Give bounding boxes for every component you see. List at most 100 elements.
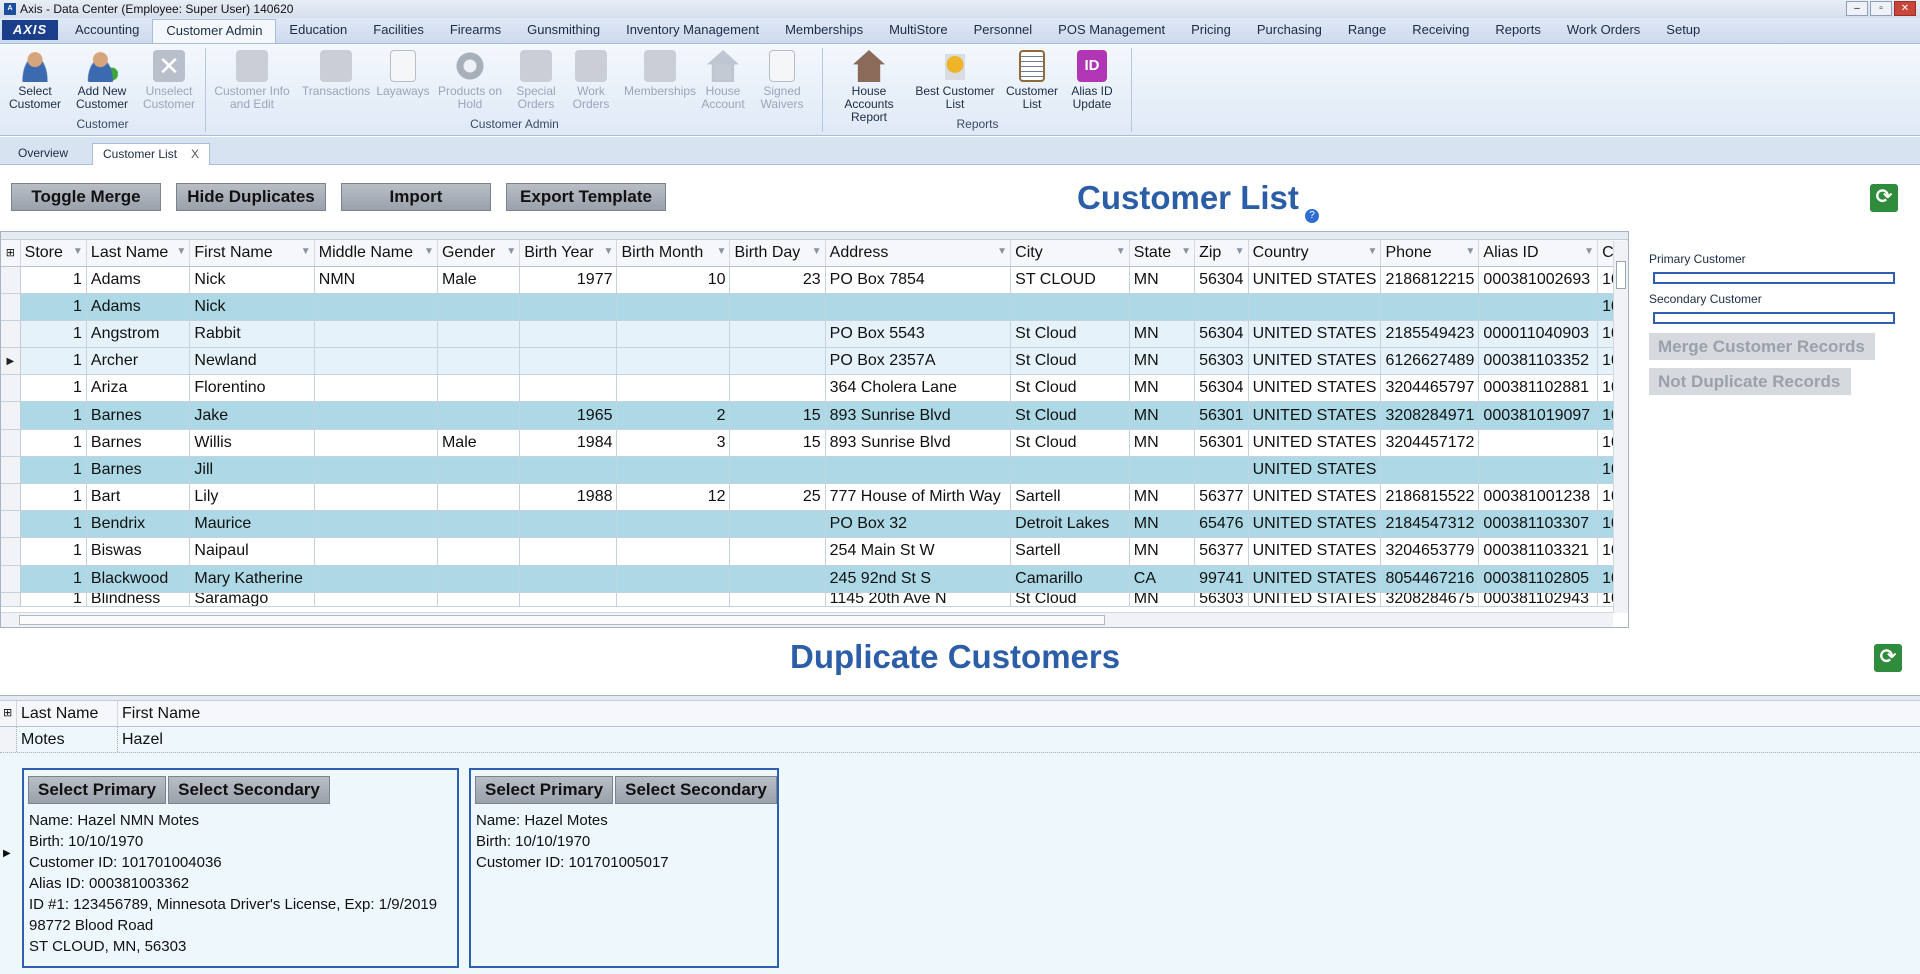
cell-gender[interactable] — [437, 374, 521, 403]
menu-reports[interactable]: Reports — [1482, 19, 1554, 43]
add-new-customer-button[interactable]: Add New Customer — [70, 48, 134, 116]
minimize-button[interactable]: – — [1846, 1, 1868, 16]
column-header-store[interactable]: Store ▼ — [20, 240, 87, 267]
cell-last-name[interactable]: Adams — [86, 293, 191, 321]
cell-phone[interactable]: 8054467216 — [1380, 565, 1480, 593]
cell-last-name[interactable]: Barnes — [86, 401, 191, 430]
maximize-button[interactable]: ▫ — [1870, 1, 1892, 16]
column-header-last-name[interactable]: Last Name — [17, 701, 118, 726]
cell-alias-id[interactable]: 000381103321 — [1478, 537, 1599, 566]
customer-row[interactable]: 1 Bendrix Maurice PO Box 32 Detroit Lakes MN 6… — [1, 510, 1628, 539]
cell-city[interactable]: St Cloud — [1010, 347, 1130, 376]
signed-waivers-button[interactable]: Signed Waivers — [756, 48, 808, 116]
customer-row[interactable]: 1 Barnes Jill UNITED STATES 10 — [1, 456, 1628, 485]
axis-menu-button[interactable]: AXIS — [2, 20, 58, 40]
cell-country[interactable]: UNITED STATES — [1248, 266, 1382, 294]
filter-icon[interactable]: ▼ — [176, 247, 186, 257]
cell-gender[interactable] — [437, 347, 521, 376]
special-orders-button[interactable]: Special Orders — [505, 48, 567, 116]
cell-phone[interactable] — [1380, 456, 1480, 485]
cell-first-name[interactable]: Jake — [189, 401, 315, 430]
cell-last-name[interactable]: Bendrix — [86, 510, 191, 539]
cell-city[interactable]: Sartell — [1010, 483, 1130, 512]
cell-city[interactable] — [1010, 456, 1130, 485]
cell-address[interactable]: 364 Cholera Lane — [825, 374, 1012, 403]
cell-gender[interactable] — [437, 483, 521, 512]
filter-icon[interactable]: ▼ — [997, 247, 1007, 257]
cell-birth-year[interactable]: 1965 — [519, 401, 618, 430]
cell-country[interactable]: UNITED STATES — [1248, 565, 1382, 593]
cell-middle-name[interactable] — [314, 537, 438, 566]
cell-state[interactable]: MN — [1129, 320, 1196, 349]
toggle-merge-button[interactable]: Toggle Merge — [11, 183, 161, 211]
grid-options-icon[interactable]: ⊞ — [1, 240, 21, 267]
horizontal-scrollbar[interactable] — [1, 612, 1613, 627]
cell-state[interactable]: MN — [1129, 510, 1196, 539]
cell-city[interactable] — [1010, 293, 1130, 321]
customer-row[interactable]: 1 Blindness Saramago 1145 20th Ave N St Clou… — [1, 592, 1628, 607]
refresh-customer-list-button[interactable]: ⟳ — [1870, 184, 1898, 212]
cell-zip[interactable]: 56301 — [1194, 429, 1249, 457]
cell-gender[interactable]: Male — [437, 429, 521, 457]
menu-pricing[interactable]: Pricing — [1178, 19, 1244, 43]
cell-last-name[interactable]: Archer — [86, 347, 191, 376]
cell-store[interactable]: 1 — [20, 565, 87, 593]
cell-birth-month[interactable]: 10 — [616, 266, 731, 294]
cell-zip[interactable]: 56377 — [1194, 483, 1249, 512]
cell-phone[interactable]: 3204653779 — [1380, 537, 1480, 566]
cell-gender[interactable] — [437, 592, 521, 607]
menu-inventory-management[interactable]: Inventory Management — [613, 19, 772, 43]
customer-row[interactable]: 1 Bart Lily 1988 12 25 777 House of Mirth Way S… — [1, 483, 1628, 512]
cell-birth-year[interactable]: 1988 — [519, 483, 618, 512]
cell-gender[interactable]: Male — [437, 266, 521, 294]
cell-birth-day[interactable] — [729, 537, 826, 566]
filter-icon[interactable]: ▼ — [301, 247, 311, 257]
filter-icon[interactable]: ▼ — [73, 247, 83, 257]
cell-last-name[interactable]: Bart — [86, 483, 191, 512]
cell-first-name[interactable]: Jill — [189, 456, 315, 485]
cell-last-name[interactable]: Biswas — [86, 537, 191, 566]
customer-row[interactable]: 1 Biswas Naipaul 254 Main St W Sartell MN 5637… — [1, 537, 1628, 566]
menu-range[interactable]: Range — [1335, 19, 1399, 43]
cell-first-name[interactable]: Lily — [189, 483, 315, 512]
column-header-city[interactable]: City ▼ — [1010, 240, 1130, 267]
cell-first-name[interactable]: Rabbit — [189, 320, 315, 349]
cell-gender[interactable] — [437, 401, 521, 430]
cell-birth-year[interactable]: 1984 — [519, 429, 618, 457]
cell-birth-day[interactable]: 25 — [729, 483, 826, 512]
column-header-birth-year[interactable]: Birth Year ▼ — [519, 240, 618, 267]
tab-overview[interactable]: Overview — [8, 143, 78, 165]
select-primary-button[interactable]: Select Primary — [475, 776, 614, 804]
menu-firearms[interactable]: Firearms — [437, 19, 514, 43]
best-customer-list-button[interactable]: Best Customer List — [915, 48, 995, 116]
menu-facilities[interactable]: Facilities — [360, 19, 437, 43]
cell-birth-month[interactable] — [616, 320, 731, 349]
cell-zip[interactable]: 65476 — [1194, 510, 1249, 539]
cell-birth-year[interactable] — [519, 293, 618, 321]
menu-purchasing[interactable]: Purchasing — [1244, 19, 1335, 43]
cell-middle-name[interactable] — [314, 293, 438, 321]
menu-receiving[interactable]: Receiving — [1399, 19, 1482, 43]
cell-birth-day[interactable] — [729, 293, 826, 321]
cell-birth-year[interactable] — [519, 510, 618, 539]
cell-gender[interactable] — [437, 293, 521, 321]
cell-gender[interactable] — [437, 510, 521, 539]
cell-country[interactable]: UNITED STATES — [1248, 510, 1382, 539]
cell-alias-id[interactable]: 000381002693 — [1478, 266, 1599, 294]
menu-accounting[interactable]: Accounting — [62, 19, 152, 43]
cell-middle-name[interactable] — [314, 374, 438, 403]
cell-phone[interactable]: 2186815522 — [1380, 483, 1480, 512]
select-primary-button[interactable]: Select Primary — [28, 776, 167, 804]
cell-alias-id[interactable]: 000381103352 — [1478, 347, 1599, 376]
cell-address[interactable]: 777 House of Mirth Way — [825, 483, 1012, 512]
filter-icon[interactable]: ▼ — [1367, 247, 1377, 257]
cell-zip[interactable]: 56304 — [1194, 374, 1249, 403]
cell-birth-year[interactable] — [519, 565, 618, 593]
column-header-last-name[interactable]: Last Name ▼ — [86, 240, 191, 267]
column-header-address[interactable]: Address ▼ — [825, 240, 1012, 267]
menu-education[interactable]: Education — [276, 19, 360, 43]
cell-city[interactable]: St Cloud — [1010, 592, 1130, 607]
cell-last-name[interactable]: Adams — [86, 266, 191, 294]
close-window-button[interactable]: ✕ — [1894, 1, 1916, 16]
cell-store[interactable]: 1 — [20, 293, 87, 321]
